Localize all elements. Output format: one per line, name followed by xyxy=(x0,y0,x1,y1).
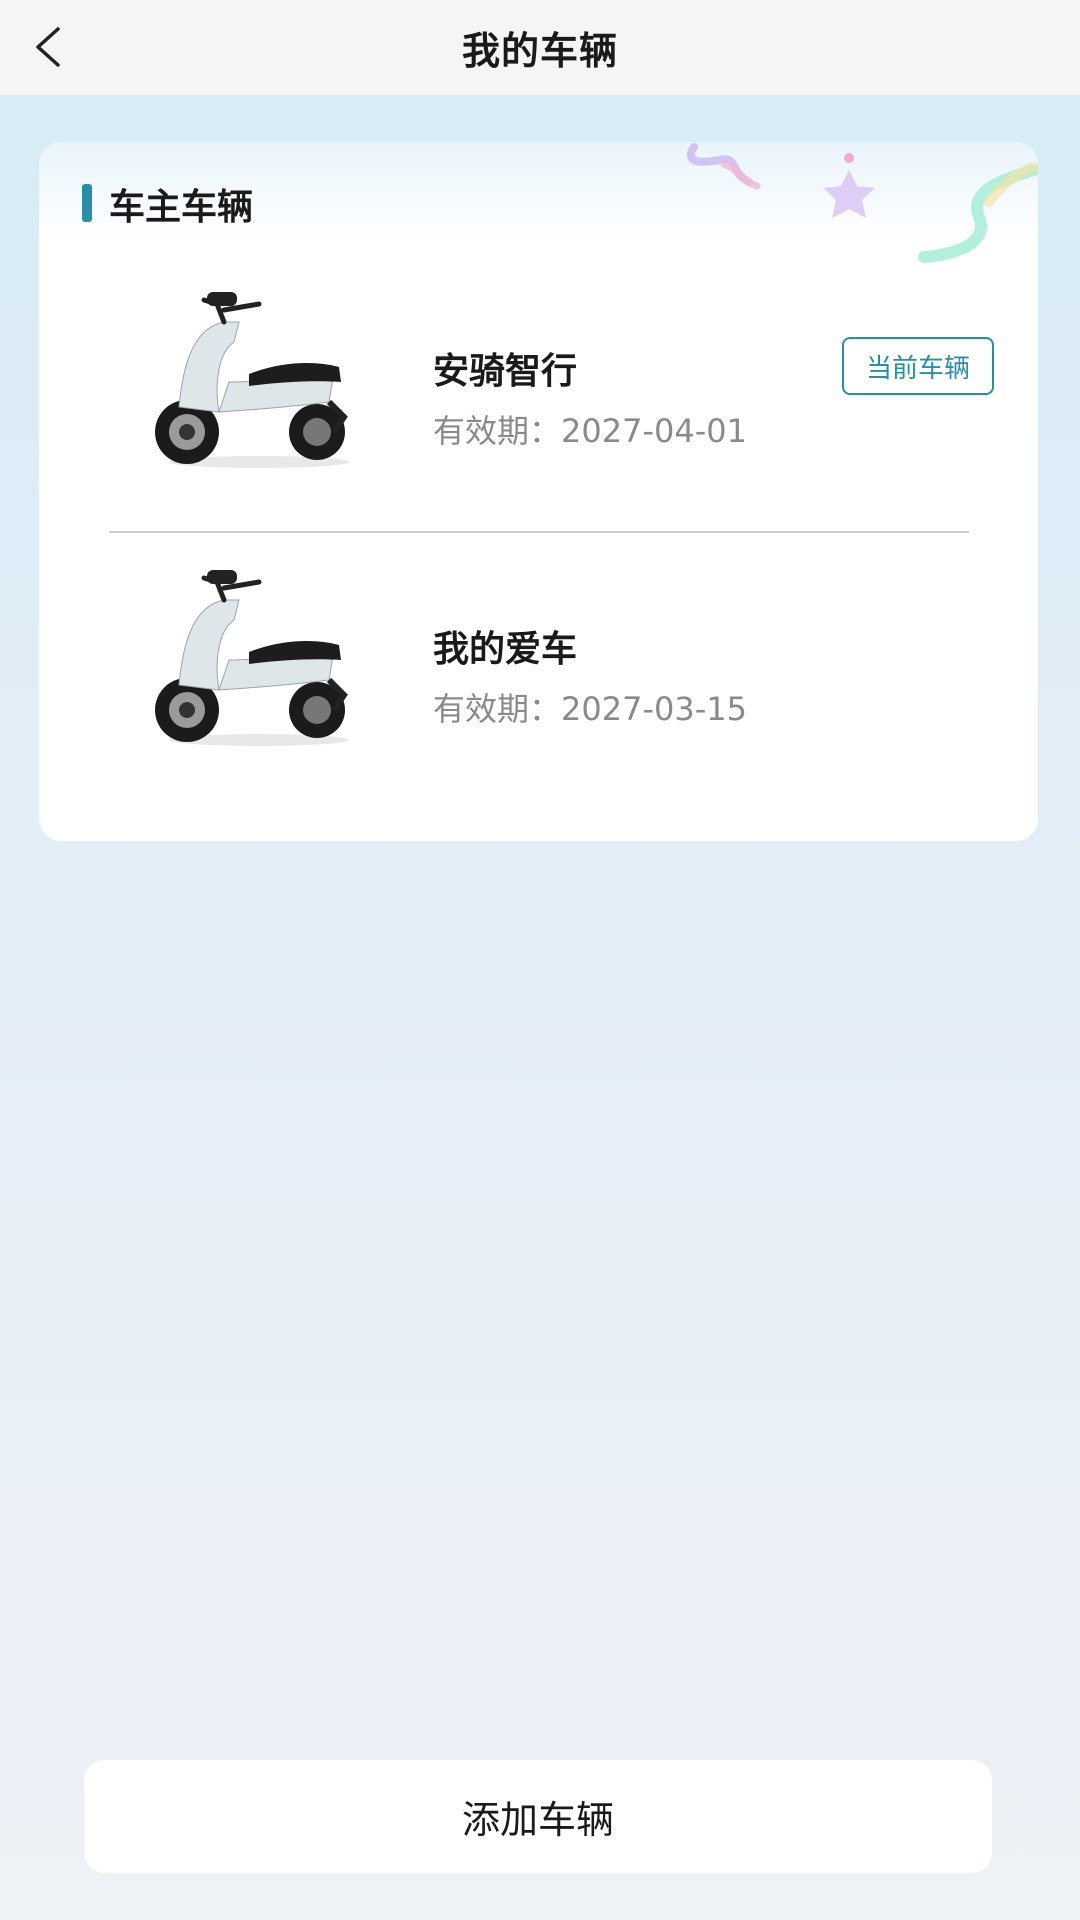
owner-vehicles-card: 车主车辆 安骑智行 有效期：2027-04-01 当前车辆 我的爱车 有效期：2… xyxy=(39,142,1038,841)
vehicle-validity: 有效期：2027-03-15 xyxy=(433,684,747,730)
validity-date: 2027-03-15 xyxy=(561,690,747,728)
validity-label: 有效期： xyxy=(433,690,562,728)
divider xyxy=(109,531,969,533)
scooter-image xyxy=(155,570,349,746)
confetti-decoration xyxy=(686,143,1038,263)
top-navigation-bar: 我的车辆 xyxy=(0,0,1080,95)
vehicle-name: 安骑智行 xyxy=(433,351,578,392)
validity-label: 有效期： xyxy=(433,412,562,450)
section-title: 车主车辆 xyxy=(109,187,254,228)
vehicle-validity: 有效期：2027-04-01 xyxy=(433,406,747,452)
scooter-image xyxy=(155,292,349,468)
chevron-left-icon xyxy=(36,27,60,67)
vehicle-name: 我的爱车 xyxy=(433,629,578,670)
current-vehicle-badge: 当前车辆 xyxy=(842,337,994,395)
add-vehicle-button[interactable]: 添加车辆 xyxy=(84,1760,992,1873)
back-button[interactable] xyxy=(22,22,72,72)
section-accent-bar xyxy=(82,184,92,222)
page-title: 我的车辆 xyxy=(461,29,618,73)
vehicle-item[interactable]: 我的爱车 有效期：2027-03-15 xyxy=(39,560,1038,800)
validity-date: 2027-04-01 xyxy=(561,412,747,450)
vehicle-item[interactable]: 安骑智行 有效期：2027-04-01 xyxy=(39,282,1038,522)
